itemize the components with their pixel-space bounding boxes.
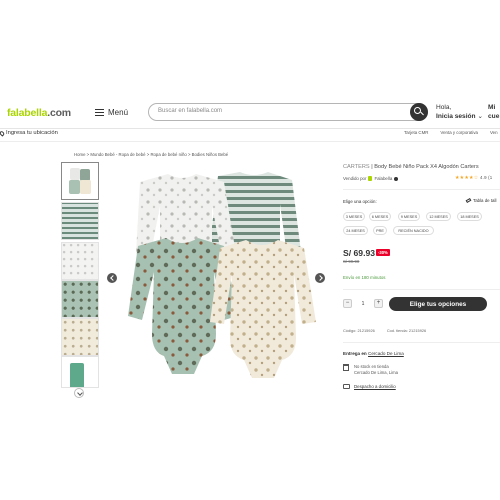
- location-pin-icon: [0, 129, 6, 137]
- rating-value: 4.9 (1: [480, 175, 493, 180]
- menu-button[interactable]: Menú: [95, 108, 128, 117]
- delivery-location-link[interactable]: Cercado De Lima: [368, 351, 404, 356]
- header-divider: [0, 128, 500, 129]
- cmr-card-link[interactable]: Tarjeta CMR: [404, 130, 428, 135]
- hamburger-icon: [95, 109, 104, 116]
- delivery-location: Entrega en Cercado De Lima: [343, 351, 404, 356]
- menu-label: Menú: [108, 108, 129, 117]
- original-price: S/ 99.90: [343, 259, 360, 264]
- product-rating[interactable]: ★★★★☆ 4.9 (1: [455, 175, 492, 181]
- breadcrumb[interactable]: Home > Mundo Bebé - Ropa de bebé > Ropa …: [74, 152, 228, 157]
- subbar-divider: [0, 141, 500, 142]
- quantity-value[interactable]: 1: [362, 301, 365, 307]
- decrease-quantity-button[interactable]: −: [343, 299, 352, 308]
- thumbnail-6[interactable]: [61, 356, 99, 388]
- seller-name[interactable]: Falabella: [374, 176, 392, 181]
- search-bar[interactable]: Buscar en falabella.com: [148, 103, 428, 121]
- my-account-link[interactable]: Mi cue: [488, 104, 499, 121]
- rating-stars-icon: ★★★★☆: [455, 175, 479, 181]
- brand-name[interactable]: CARTERS: [343, 164, 370, 170]
- product-code: Código: 21215926: [343, 328, 375, 333]
- size-option-24-meses[interactable]: 24 MESES: [343, 226, 368, 235]
- home-delivery-link[interactable]: Despacho a domicilio: [354, 384, 396, 389]
- thumbnail-3[interactable]: [61, 242, 99, 280]
- product-title: CARTERS | Body Bebé Niño Pack X4 Algodón…: [343, 164, 479, 170]
- thumbnail-5[interactable]: [61, 318, 99, 356]
- size-option-6-meses[interactable]: 6 MESES: [369, 212, 391, 221]
- size-option-18-meses[interactable]: 18 MESES: [457, 212, 482, 221]
- delivery-time-note: Envío en 180 minutos: [343, 275, 386, 280]
- location-selector[interactable]: Ingresa tu ubicación: [0, 129, 58, 137]
- chevron-down-icon: ⌄: [477, 112, 483, 120]
- divider: [343, 189, 500, 190]
- main-product-image[interactable]: [120, 162, 328, 394]
- quantity-stepper: − 1 +: [343, 298, 383, 309]
- verified-check-icon: [394, 176, 399, 181]
- falabella-logo[interactable]: falabella.com: [7, 107, 71, 119]
- size-option-pre[interactable]: PRE: [373, 226, 387, 235]
- truck-icon: [343, 384, 350, 389]
- thumbnail-1[interactable]: [61, 162, 99, 200]
- subbar-links: Tarjeta CMR Venta y corporativa Ven: [404, 130, 498, 135]
- next-image-button[interactable]: [315, 273, 325, 283]
- store-icon: [343, 364, 349, 371]
- product-codes: Código: 21215926 Cod. tienda: 21215926: [343, 328, 426, 333]
- search-input[interactable]: Buscar en falabella.com: [158, 108, 222, 114]
- discount-badge: -30%: [376, 249, 390, 256]
- size-option-9-meses[interactable]: 9 MESES: [398, 212, 420, 221]
- thumbnail-4[interactable]: [61, 280, 99, 318]
- size-option-12-meses[interactable]: 12 MESES: [426, 212, 451, 221]
- thumbnail-bodysuits-image: [62, 163, 98, 199]
- sell-link[interactable]: Ven: [490, 130, 498, 135]
- size-option-label: Elige una opción:: [343, 199, 377, 204]
- login-link[interactable]: Hola, Inicia sesión ⌄: [436, 104, 483, 121]
- thumbnails-scroll-down-button[interactable]: [74, 388, 84, 398]
- search-button[interactable]: [410, 103, 428, 121]
- previous-image-button[interactable]: [107, 273, 117, 283]
- ruler-icon: [465, 197, 472, 204]
- increase-quantity-button[interactable]: +: [374, 299, 383, 308]
- size-chart-link[interactable]: Tabla de tall: [465, 197, 496, 204]
- add-to-cart-button[interactable]: Elige tus opciones: [389, 297, 487, 311]
- divider: [343, 342, 500, 343]
- bodysuits-illustration: [128, 172, 316, 378]
- divider: [343, 289, 500, 290]
- falabella-seller-icon: [368, 176, 373, 181]
- size-option-3-meses[interactable]: 3 MESES: [343, 212, 365, 221]
- size-option-recien-nacido[interactable]: RECIÉN NACIDO: [393, 226, 434, 235]
- thumbnail-2[interactable]: [61, 202, 99, 240]
- corporate-sales-link[interactable]: Venta y corporativa: [440, 130, 478, 135]
- current-price: S/ 69.93: [343, 248, 376, 258]
- store-code: Cod. tienda: 21215926: [386, 328, 427, 333]
- store-pickup-info: No stock en tienda Cercado De Lima, Lima: [354, 364, 398, 375]
- seller-info: Vendido por Falabella: [343, 176, 399, 181]
